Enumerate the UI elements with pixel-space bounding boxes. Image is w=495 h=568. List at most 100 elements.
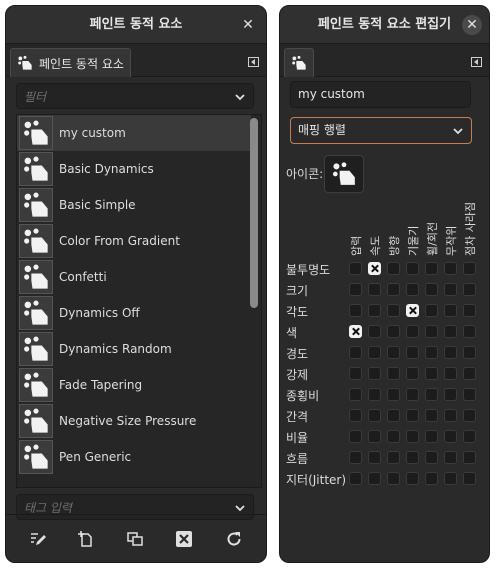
chevron-down-icon[interactable]: [235, 92, 245, 102]
mapping-checkbox[interactable]: [349, 304, 362, 317]
mapping-checkbox[interactable]: [349, 451, 362, 464]
mapping-checkbox[interactable]: [349, 409, 362, 422]
mapping-checkbox[interactable]: [444, 304, 457, 317]
mapping-checkbox[interactable]: [368, 430, 381, 443]
edit-icon[interactable]: [27, 528, 49, 550]
mapping-checkbox[interactable]: [444, 472, 457, 485]
list-item[interactable]: Fade Tapering: [17, 367, 251, 403]
mapping-checkbox[interactable]: [349, 430, 362, 443]
mapping-checkbox[interactable]: [444, 409, 457, 422]
mapping-checkbox[interactable]: [349, 367, 362, 380]
tab-paint-dynamics[interactable]: 페인트 동적 요소: [10, 48, 131, 77]
panel-menu-icon[interactable]: [248, 57, 259, 67]
mapping-checkbox[interactable]: [368, 283, 381, 296]
mapping-checkbox[interactable]: [406, 451, 419, 464]
mapping-checkbox[interactable]: [368, 409, 381, 422]
mapping-checkbox[interactable]: [387, 304, 400, 317]
chevron-down-icon[interactable]: [235, 503, 245, 513]
scrollbar-thumb[interactable]: [250, 118, 258, 308]
mapping-checkbox[interactable]: [463, 409, 476, 422]
scrollbar[interactable]: [250, 118, 258, 484]
mapping-checkbox[interactable]: [387, 409, 400, 422]
mapping-checkbox[interactable]: [406, 388, 419, 401]
mapping-checkbox[interactable]: [406, 304, 419, 317]
list-item[interactable]: Dynamics Random: [17, 331, 251, 367]
close-icon[interactable]: ✕: [238, 15, 258, 35]
delete-icon[interactable]: [173, 528, 195, 550]
mapping-checkbox[interactable]: [406, 367, 419, 380]
mapping-checkbox[interactable]: [387, 367, 400, 380]
mapping-checkbox[interactable]: [425, 388, 438, 401]
mapping-checkbox[interactable]: [349, 346, 362, 359]
mapping-checkbox[interactable]: [387, 283, 400, 296]
mapping-checkbox[interactable]: [406, 409, 419, 422]
mapping-checkbox[interactable]: [425, 430, 438, 443]
mapping-checkbox[interactable]: [425, 451, 438, 464]
mapping-checkbox[interactable]: [406, 325, 419, 338]
mapping-checkbox[interactable]: [387, 262, 400, 275]
mapping-checkbox[interactable]: [368, 472, 381, 485]
mapping-checkbox[interactable]: [444, 283, 457, 296]
close-icon[interactable]: ✕: [462, 15, 482, 35]
mapping-checkbox[interactable]: [425, 346, 438, 359]
mapping-checkbox[interactable]: [463, 262, 476, 275]
refresh-icon[interactable]: [223, 528, 245, 550]
new-icon[interactable]: [75, 528, 97, 550]
mapping-checkbox[interactable]: [444, 262, 457, 275]
mapping-checkbox[interactable]: [387, 472, 400, 485]
mapping-checkbox[interactable]: [368, 304, 381, 317]
mapping-checkbox[interactable]: [425, 472, 438, 485]
mapping-checkbox[interactable]: [463, 325, 476, 338]
mapping-checkbox[interactable]: [425, 325, 438, 338]
mapping-checkbox[interactable]: [444, 430, 457, 443]
mapping-checkbox[interactable]: [425, 283, 438, 296]
mapping-checkbox[interactable]: [349, 262, 362, 275]
mapping-checkbox[interactable]: [463, 388, 476, 401]
filter-input[interactable]: 필터: [16, 83, 254, 109]
mapping-checkbox[interactable]: [444, 451, 457, 464]
mapping-checkbox[interactable]: [368, 325, 381, 338]
dynamics-name-field[interactable]: my custom: [290, 81, 471, 108]
mapping-checkbox[interactable]: [444, 367, 457, 380]
list-item[interactable]: Basic Dynamics: [17, 151, 251, 187]
list-item[interactable]: Dynamics Off: [17, 295, 251, 331]
mapping-checkbox[interactable]: [406, 430, 419, 443]
list-item[interactable]: Confetti: [17, 259, 251, 295]
mapping-checkbox[interactable]: [349, 283, 362, 296]
list-item[interactable]: Negative Size Pressure: [17, 403, 251, 439]
list-item[interactable]: Color From Gradient: [17, 223, 251, 259]
mapping-checkbox[interactable]: [444, 388, 457, 401]
mapping-checkbox[interactable]: [368, 388, 381, 401]
mapping-checkbox[interactable]: [406, 346, 419, 359]
mapping-checkbox[interactable]: [387, 430, 400, 443]
mapping-checkbox[interactable]: [463, 367, 476, 380]
duplicate-icon[interactable]: [124, 528, 146, 550]
mapping-checkbox[interactable]: [463, 283, 476, 296]
mapping-checkbox[interactable]: [368, 346, 381, 359]
mapping-checkbox[interactable]: [368, 262, 381, 275]
list-item[interactable]: my custom: [17, 115, 251, 151]
mapping-checkbox[interactable]: [387, 325, 400, 338]
mapping-checkbox[interactable]: [425, 262, 438, 275]
mapping-checkbox[interactable]: [406, 283, 419, 296]
mapping-checkbox[interactable]: [425, 304, 438, 317]
mapping-checkbox[interactable]: [406, 262, 419, 275]
mapping-checkbox[interactable]: [368, 367, 381, 380]
mode-select[interactable]: 매핑 행렬: [290, 117, 472, 144]
mapping-checkbox[interactable]: [368, 451, 381, 464]
mapping-checkbox[interactable]: [349, 388, 362, 401]
mapping-checkbox[interactable]: [463, 472, 476, 485]
mapping-checkbox[interactable]: [387, 346, 400, 359]
mapping-checkbox[interactable]: [444, 346, 457, 359]
mapping-checkbox[interactable]: [387, 388, 400, 401]
list-item[interactable]: Pen Generic: [17, 439, 251, 475]
mapping-checkbox[interactable]: [463, 346, 476, 359]
mapping-checkbox[interactable]: [349, 325, 362, 338]
icon-picker-button[interactable]: [324, 155, 364, 193]
panel-menu-icon[interactable]: [471, 57, 482, 67]
mapping-checkbox[interactable]: [425, 409, 438, 422]
mapping-checkbox[interactable]: [387, 451, 400, 464]
mapping-checkbox[interactable]: [463, 451, 476, 464]
mapping-checkbox[interactable]: [463, 304, 476, 317]
mapping-checkbox[interactable]: [444, 325, 457, 338]
